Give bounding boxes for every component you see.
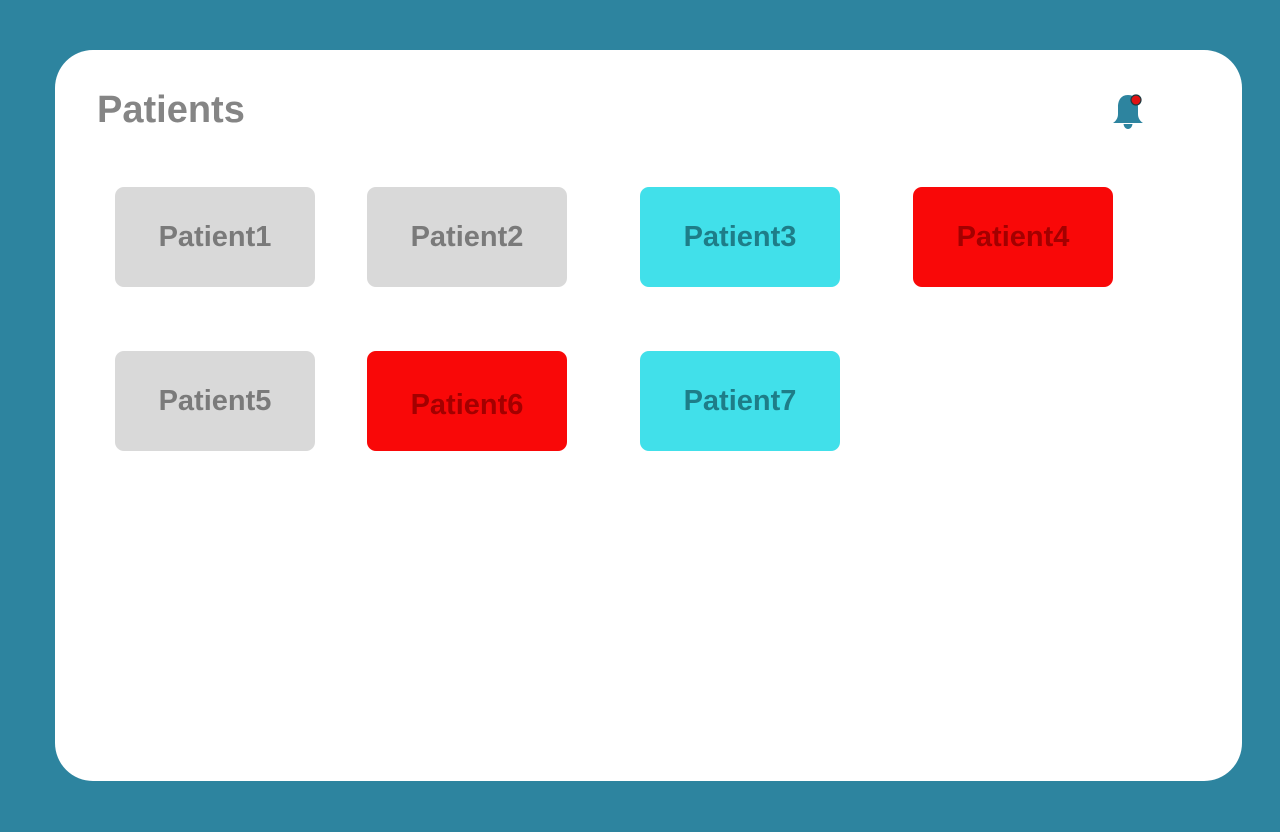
page-title: Patients (97, 89, 245, 131)
patient-card-label: Patient1 (158, 220, 272, 253)
bell-icon (1113, 94, 1143, 129)
patient-card-label: Patient6 (410, 388, 524, 421)
patient-card-label: Patient4 (956, 220, 1070, 253)
patient-card-label: Patient3 (683, 220, 797, 253)
patient-card-3[interactable]: Patient3 (640, 187, 840, 287)
notifications-button[interactable] (1110, 92, 1146, 130)
patient-card-7[interactable]: Patient7 (640, 351, 840, 451)
notification-badge (1130, 94, 1142, 106)
patient-card-label: Patient2 (410, 220, 524, 253)
patient-card-4[interactable]: Patient4 (913, 187, 1113, 287)
patient-card-label: Patient7 (683, 384, 797, 417)
patients-panel: Patients Patient1 Patient2 Patient3 Pati… (55, 50, 1242, 781)
patient-card-label: Patient5 (158, 384, 272, 417)
patient-card-6[interactable]: Patient6 (367, 351, 567, 451)
patient-card-1[interactable]: Patient1 (115, 187, 315, 287)
patient-card-2[interactable]: Patient2 (367, 187, 567, 287)
patient-card-5[interactable]: Patient5 (115, 351, 315, 451)
